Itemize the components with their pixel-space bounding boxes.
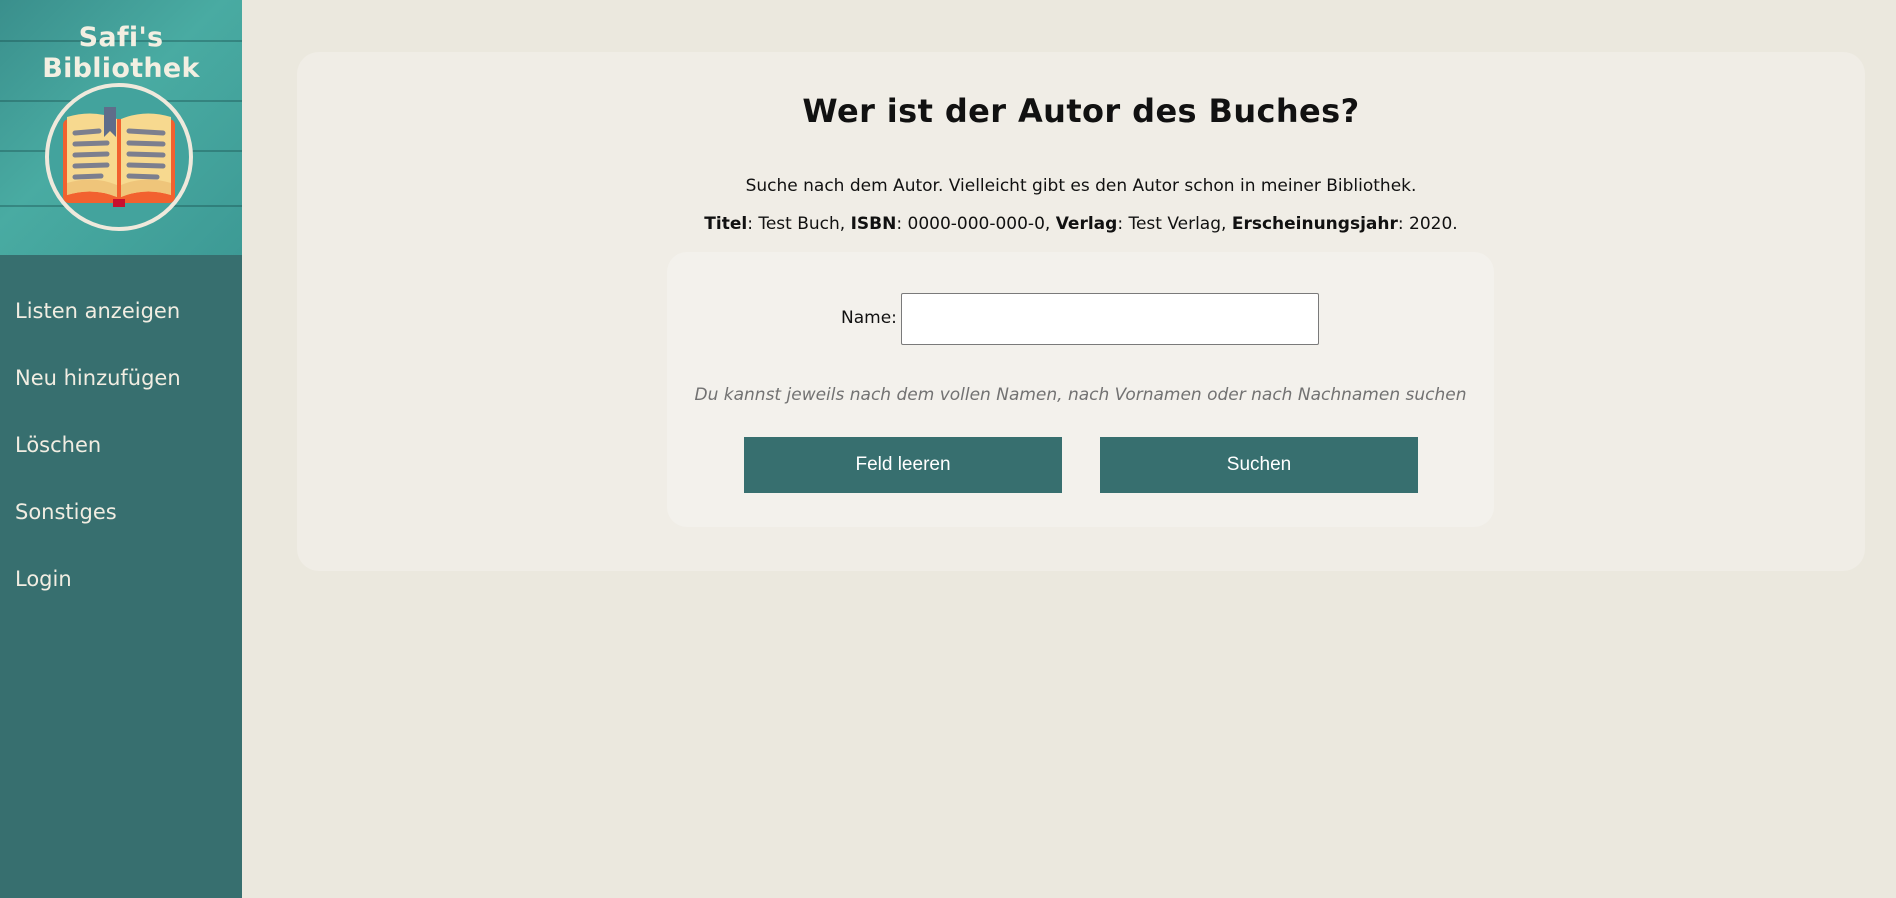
open-book-icon[interactable] [45,83,193,231]
page-title: Wer ist der Autor des Buches? [802,92,1360,130]
book-title-label: Titel [704,214,748,234]
sidebar-item-listen-anzeigen[interactable]: Listen anzeigen [0,285,242,352]
site-title[interactable]: Safi's Bibliothek [0,22,242,84]
sidebar-header: Safi's Bibliothek [0,0,242,255]
clear-field-button[interactable]: Feld leeren [744,437,1062,493]
book-isbn-value: : 0000-000-000-0, [896,214,1056,234]
book-isbn-label: ISBN [850,214,897,234]
search-button[interactable]: Suchen [1100,437,1418,493]
sidebar-item-neu-hinzufuegen[interactable]: Neu hinzufügen [0,352,242,419]
book-publisher-label: Verlag [1055,214,1118,234]
book-year-label: Erscheinungsjahr [1231,214,1398,234]
book-publisher-value: : Test Verlag, [1117,214,1232,234]
sidebar-item-loeschen[interactable]: Löschen [0,419,242,486]
intro-text: Suche nach dem Autor. Vielleicht gibt es… [745,176,1417,196]
sidebar-item-sonstiges[interactable]: Sonstiges [0,486,242,553]
search-hint: Du kannst jeweils nach dem vollen Namen,… [694,385,1467,405]
sidebar-nav: Listen anzeigen Neu hinzufügen Löschen S… [0,255,242,620]
name-input[interactable] [901,293,1319,345]
sidebar-item-login[interactable]: Login [0,553,242,620]
name-label: Name: [841,308,897,328]
book-info: Titel: Test Buch, ISBN: 0000-000-000-0, … [297,214,1865,234]
book-year-value: : 2020. [1397,214,1458,234]
sidebar: Safi's Bibliothek Listen anzeigen Neu hi… [0,0,242,898]
book-title-value: : Test Buch, [747,214,851,234]
